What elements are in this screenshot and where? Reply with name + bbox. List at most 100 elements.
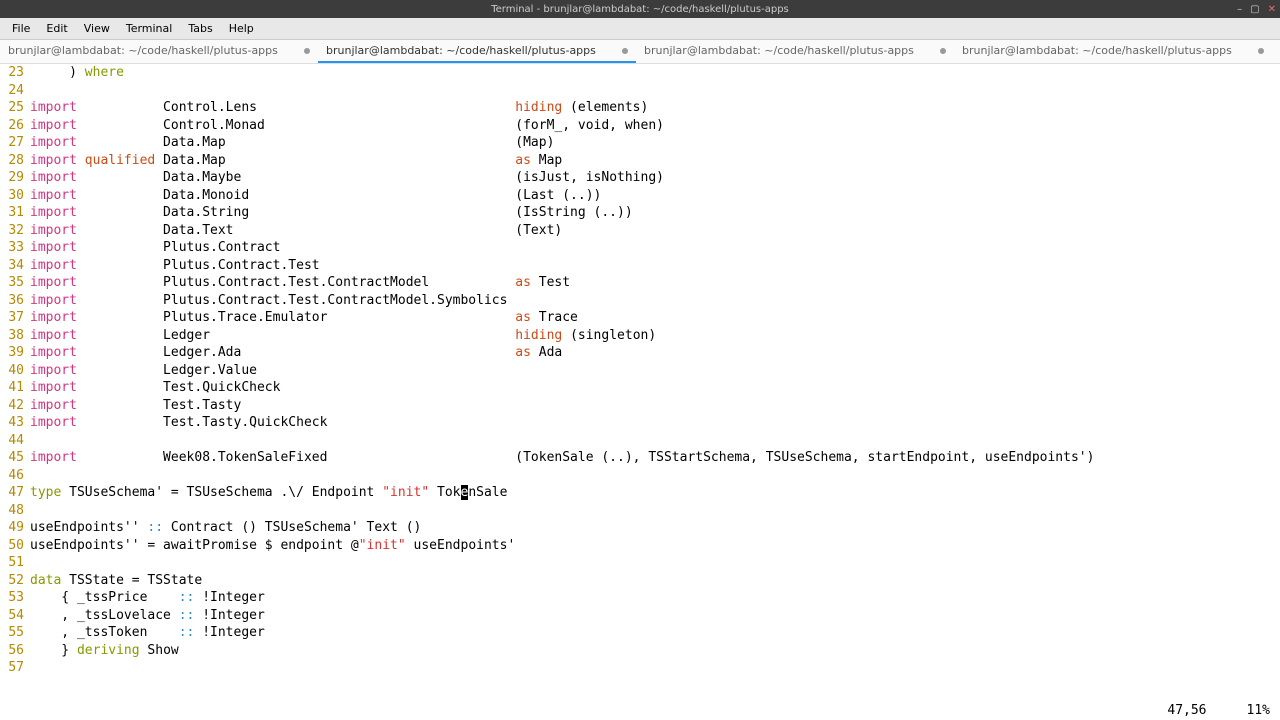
code-content: import Plutus.Trace.Emulator as Trace (30, 309, 1280, 327)
code-line: 51 (0, 554, 1280, 572)
menu-item-file[interactable]: File (4, 20, 38, 37)
code-line: 31import Data.String (IsString (..)) (0, 204, 1280, 222)
line-number: 27 (0, 134, 30, 152)
code-content (30, 659, 1280, 677)
tab-label: brunjlar@lambdabat: ~/code/haskell/plutu… (962, 44, 1232, 57)
tab-0[interactable]: brunjlar@lambdabat: ~/code/haskell/plutu… (0, 40, 318, 63)
code-line: 26import Control.Monad (forM_, void, whe… (0, 117, 1280, 135)
code-content: import Plutus.Contract.Test (30, 257, 1280, 275)
code-line: 40import Ledger.Value (0, 362, 1280, 380)
code-line: 33import Plutus.Contract (0, 239, 1280, 257)
statusbar: 47,56 11% (0, 700, 1280, 720)
tab-close-icon[interactable] (1258, 48, 1264, 54)
line-number: 41 (0, 379, 30, 397)
code-line: 48 (0, 502, 1280, 520)
code-line: 38import Ledger hiding (singleton) (0, 327, 1280, 345)
line-number: 42 (0, 397, 30, 415)
code-content: data TSState = TSState (30, 572, 1280, 590)
menubar: FileEditViewTerminalTabsHelp (0, 18, 1280, 40)
code-content: import Test.Tasty (30, 397, 1280, 415)
line-number: 30 (0, 187, 30, 205)
code-line: 56 } deriving Show (0, 642, 1280, 660)
code-content: useEndpoints'' :: Contract () TSUseSchem… (30, 519, 1280, 537)
line-number: 31 (0, 204, 30, 222)
line-number: 23 (0, 64, 30, 82)
code-line: 23 ) where (0, 64, 1280, 82)
line-number: 49 (0, 519, 30, 537)
code-line: 39import Ledger.Ada as Ada (0, 344, 1280, 362)
line-number: 36 (0, 292, 30, 310)
code-line: 45import Week08.TokenSaleFixed (TokenSal… (0, 449, 1280, 467)
code-line: 34import Plutus.Contract.Test (0, 257, 1280, 275)
code-content: { _tssPrice :: !Integer (30, 589, 1280, 607)
code-content: import Data.String (IsString (..)) (30, 204, 1280, 222)
code-line: 54 , _tssLovelace :: !Integer (0, 607, 1280, 625)
code-content (30, 82, 1280, 100)
tab-close-icon[interactable] (304, 48, 310, 54)
cursor-position: 47,56 (1167, 703, 1206, 718)
code-content: import Plutus.Contract.Test.ContractMode… (30, 274, 1280, 292)
line-number: 24 (0, 82, 30, 100)
line-number: 48 (0, 502, 30, 520)
code-line: 41import Test.QuickCheck (0, 379, 1280, 397)
tab-1[interactable]: brunjlar@lambdabat: ~/code/haskell/plutu… (318, 40, 636, 63)
close-icon[interactable]: ✕ (1268, 4, 1276, 15)
code-line: 37import Plutus.Trace.Emulator as Trace (0, 309, 1280, 327)
line-number: 54 (0, 607, 30, 625)
code-content: import Week08.TokenSaleFixed (TokenSale … (30, 449, 1280, 467)
line-number: 39 (0, 344, 30, 362)
line-number: 38 (0, 327, 30, 345)
code-content (30, 432, 1280, 450)
code-line: 57 (0, 659, 1280, 677)
code-content: import Ledger.Value (30, 362, 1280, 380)
editor[interactable]: 23 ) where2425import Control.Lens hiding… (0, 64, 1280, 700)
code-line: 47type TSUseSchema' = TSUseSchema .\/ En… (0, 484, 1280, 502)
code-content: useEndpoints'' = awaitPromise $ endpoint… (30, 537, 1280, 555)
minimize-icon[interactable]: – (1237, 4, 1242, 15)
code-content: } deriving Show (30, 642, 1280, 660)
line-number: 32 (0, 222, 30, 240)
code-content (30, 554, 1280, 572)
code-line: 36import Plutus.Contract.Test.ContractMo… (0, 292, 1280, 310)
line-number: 57 (0, 659, 30, 677)
tab-2[interactable]: brunjlar@lambdabat: ~/code/haskell/plutu… (636, 40, 954, 63)
code-line: 29import Data.Maybe (isJust, isNothing) (0, 169, 1280, 187)
code-line: 46 (0, 467, 1280, 485)
code-content: import Data.Maybe (isJust, isNothing) (30, 169, 1280, 187)
menu-item-help[interactable]: Help (221, 20, 262, 37)
line-number: 55 (0, 624, 30, 642)
line-number: 45 (0, 449, 30, 467)
code-line: 27import Data.Map (Map) (0, 134, 1280, 152)
code-content: ) where (30, 64, 1280, 82)
line-number: 34 (0, 257, 30, 275)
code-line: 49useEndpoints'' :: Contract () TSUseSch… (0, 519, 1280, 537)
line-number: 28 (0, 152, 30, 170)
tab-close-icon[interactable] (940, 48, 946, 54)
window-controls: – ▢ ✕ (1237, 4, 1276, 15)
scroll-percent: 11% (1247, 703, 1270, 718)
code-line: 32import Data.Text (Text) (0, 222, 1280, 240)
titlebar: Terminal - brunjlar@lambdabat: ~/code/ha… (0, 0, 1280, 18)
code-line: 28import qualified Data.Map as Map (0, 152, 1280, 170)
tab-3[interactable]: brunjlar@lambdabat: ~/code/haskell/plutu… (954, 40, 1272, 63)
tab-label: brunjlar@lambdabat: ~/code/haskell/plutu… (326, 44, 596, 57)
menu-item-terminal[interactable]: Terminal (118, 20, 181, 37)
code-line: 55 , _tssToken :: !Integer (0, 624, 1280, 642)
window-title: Terminal - brunjlar@lambdabat: ~/code/ha… (491, 4, 789, 15)
code-content: import Control.Monad (forM_, void, when) (30, 117, 1280, 135)
menu-item-edit[interactable]: Edit (38, 20, 75, 37)
menu-item-view[interactable]: View (76, 20, 118, 37)
maximize-icon[interactable]: ▢ (1250, 4, 1259, 15)
line-number: 51 (0, 554, 30, 572)
tabbar: brunjlar@lambdabat: ~/code/haskell/plutu… (0, 40, 1280, 64)
menu-item-tabs[interactable]: Tabs (180, 20, 220, 37)
line-number: 29 (0, 169, 30, 187)
tab-close-icon[interactable] (622, 48, 628, 54)
tab-label: brunjlar@lambdabat: ~/code/haskell/plutu… (8, 44, 278, 57)
line-number: 52 (0, 572, 30, 590)
line-number: 56 (0, 642, 30, 660)
code-line: 42import Test.Tasty (0, 397, 1280, 415)
line-number: 44 (0, 432, 30, 450)
line-number: 33 (0, 239, 30, 257)
code-content: import Data.Monoid (Last (..)) (30, 187, 1280, 205)
